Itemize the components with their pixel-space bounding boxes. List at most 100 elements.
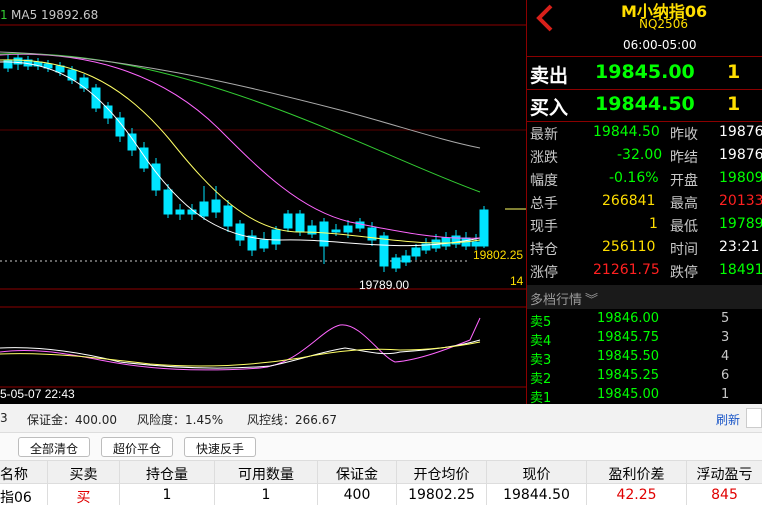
depth-volume: 6 bbox=[721, 368, 730, 383]
scroll-handle[interactable] bbox=[746, 408, 762, 428]
candle-body bbox=[175, 209, 185, 215]
ask-row[interactable]: 卖出 19845.00 1 bbox=[527, 57, 762, 89]
kline-chart[interactable]: 19802.25 19789.00 14 5-05-07 22:43 1 MA5 19… bbox=[0, 0, 526, 404]
col-header: 现价 bbox=[487, 461, 587, 483]
quick-reverse-button[interactable]: 快速反手 bbox=[184, 437, 256, 457]
stat-row: 最新 19844.50 昨收 19876 bbox=[527, 121, 762, 144]
date-time-label: 5-05-07 22:43 bbox=[0, 387, 75, 401]
stat-value: 19876 bbox=[719, 147, 762, 163]
indicator-line-a bbox=[0, 317, 481, 371]
col-header: 可用数量 bbox=[215, 461, 318, 483]
stat-label: 最新 bbox=[530, 127, 558, 143]
depth-label: 卖4 bbox=[530, 334, 552, 349]
candle-body bbox=[3, 59, 13, 69]
back-arrow-icon[interactable] bbox=[533, 2, 559, 34]
depth-row[interactable]: 卖5 19846.00 5 bbox=[527, 310, 762, 330]
bid-label: 买入 bbox=[530, 97, 569, 119]
table-row[interactable]: 指06 买 1 1 400 19802.25 19844.50 42.25 84… bbox=[0, 484, 762, 505]
sub-panel-label: 14 bbox=[510, 274, 524, 288]
bid-price: 19844.50 bbox=[595, 93, 695, 115]
candle-body bbox=[235, 223, 245, 241]
stat-row: 涨跌 -32.00 昨结 19876 bbox=[527, 144, 762, 167]
refresh-link[interactable]: 刷新 bbox=[716, 411, 740, 428]
stat-label: 现手 bbox=[530, 219, 558, 235]
stat-label: 涨停 bbox=[530, 265, 558, 281]
ask-volume: 1 bbox=[727, 61, 741, 83]
ma5-line bbox=[0, 61, 481, 247]
depth-label: 卖3 bbox=[530, 353, 552, 368]
stat-label: 昨结 bbox=[670, 150, 698, 166]
depth-row[interactable]: 卖1 19845.00 1 bbox=[527, 386, 762, 406]
cell-open-avg: 19802.25 bbox=[397, 484, 487, 505]
col-header: 持仓量 bbox=[120, 461, 215, 483]
stat-row: 幅度 -0.16% 开盘 19809 bbox=[527, 167, 762, 190]
candle-body bbox=[479, 209, 489, 247]
depth-row[interactable]: 卖4 19845.75 3 bbox=[527, 329, 762, 349]
stat-value: 19809 bbox=[719, 170, 762, 186]
depth-price: 19846.00 bbox=[597, 311, 660, 326]
col-header: 保证金 bbox=[318, 461, 397, 483]
candle-body bbox=[223, 205, 233, 227]
col-header: 名称 bbox=[0, 461, 48, 483]
bid-volume: 1 bbox=[727, 93, 741, 115]
action-bar: 全部清仓 超价平仓 快速反手 bbox=[0, 432, 762, 460]
col-header: 浮动盈亏 bbox=[696, 467, 753, 483]
stat-value: 19844.50 bbox=[593, 124, 660, 140]
depth-price: 19845.75 bbox=[597, 330, 660, 345]
stat-value: 266841 bbox=[602, 193, 656, 209]
margin-text: 保证金：400.00 bbox=[27, 413, 117, 427]
cell-side: 买 bbox=[48, 484, 120, 505]
kline-svg[interactable]: 19802.25 19789.00 14 5-05-07 22:43 bbox=[0, 0, 526, 404]
ask-label: 卖出 bbox=[530, 65, 569, 87]
over-price-close-button[interactable]: 超价平仓 bbox=[101, 437, 173, 457]
close-all-button[interactable]: 全部清仓 bbox=[18, 437, 90, 457]
stat-row: 总手 266841 最高 20133 bbox=[527, 190, 762, 213]
stat-label: 总手 bbox=[530, 196, 558, 212]
stat-value: -0.16% bbox=[609, 170, 659, 186]
stat-row: 涨停 21261.75 跌停 18491 bbox=[527, 259, 762, 282]
ma10-line bbox=[0, 59, 481, 244]
depth-volume: 5 bbox=[721, 311, 730, 326]
depth-toggle[interactable]: 多档行情 ︾ bbox=[527, 285, 762, 309]
cell-price: 19844.50 bbox=[487, 484, 587, 505]
depth-price: 19845.50 bbox=[597, 349, 660, 364]
candle-body bbox=[471, 241, 481, 247]
candle-body bbox=[271, 229, 281, 245]
candle-body bbox=[331, 229, 341, 233]
low-price-label: 19789.00 bbox=[359, 278, 409, 292]
stat-value: 1 bbox=[649, 216, 658, 232]
bid-row[interactable]: 买入 19844.50 1 bbox=[527, 89, 762, 121]
stat-label: 最高 bbox=[670, 196, 698, 212]
stat-value: 18491 bbox=[719, 262, 762, 278]
depth-title: 多档行情 bbox=[530, 293, 583, 308]
candle-body bbox=[343, 225, 353, 233]
cell-name: 指06 bbox=[0, 484, 48, 505]
stat-row: 现手 1 最低 19789 bbox=[527, 213, 762, 236]
candle-body bbox=[295, 213, 305, 233]
ma-prefix-label: 1 bbox=[0, 8, 8, 22]
depth-row[interactable]: 卖3 19845.50 4 bbox=[527, 348, 762, 368]
positions-header: 名称 买卖 持仓量 可用数量 保证金 开仓均价 现价 盈利价差 浮动盈亏 bbox=[0, 460, 762, 484]
risk-text: 风险度：1.45% bbox=[137, 413, 224, 427]
candle-body bbox=[401, 255, 411, 263]
col-header: 开仓均价 bbox=[397, 461, 487, 483]
indicator-line-c bbox=[0, 341, 481, 367]
instrument-code: NQ2506 bbox=[639, 17, 688, 31]
depth-volume: 3 bbox=[721, 330, 730, 345]
stat-value: 20133 bbox=[719, 193, 762, 209]
depth-row[interactable]: 卖2 19845.25 6 bbox=[527, 367, 762, 387]
double-chevron-down-icon: ︾ bbox=[585, 293, 599, 308]
stat-label: 幅度 bbox=[530, 173, 558, 189]
col-header: 买卖 bbox=[48, 461, 120, 483]
account-bar: 3 保证金：400.00 风险度：1.45% 风控线：266.67 刷新 bbox=[0, 404, 762, 432]
depth-volume: 1 bbox=[721, 387, 730, 402]
quote-panel: M小纳指06 NQ2506 06:00-05:00 卖出 19845.00 1 … bbox=[526, 0, 762, 406]
ask-price: 19845.00 bbox=[595, 61, 695, 83]
stat-label: 昨收 bbox=[670, 127, 698, 143]
stat-value: -32.00 bbox=[617, 147, 663, 163]
indicator-line-b bbox=[0, 339, 481, 369]
cell-position: 1 bbox=[120, 484, 215, 505]
candle-body bbox=[55, 65, 65, 73]
candle-body bbox=[67, 69, 77, 81]
depth-volume: 4 bbox=[721, 349, 730, 364]
